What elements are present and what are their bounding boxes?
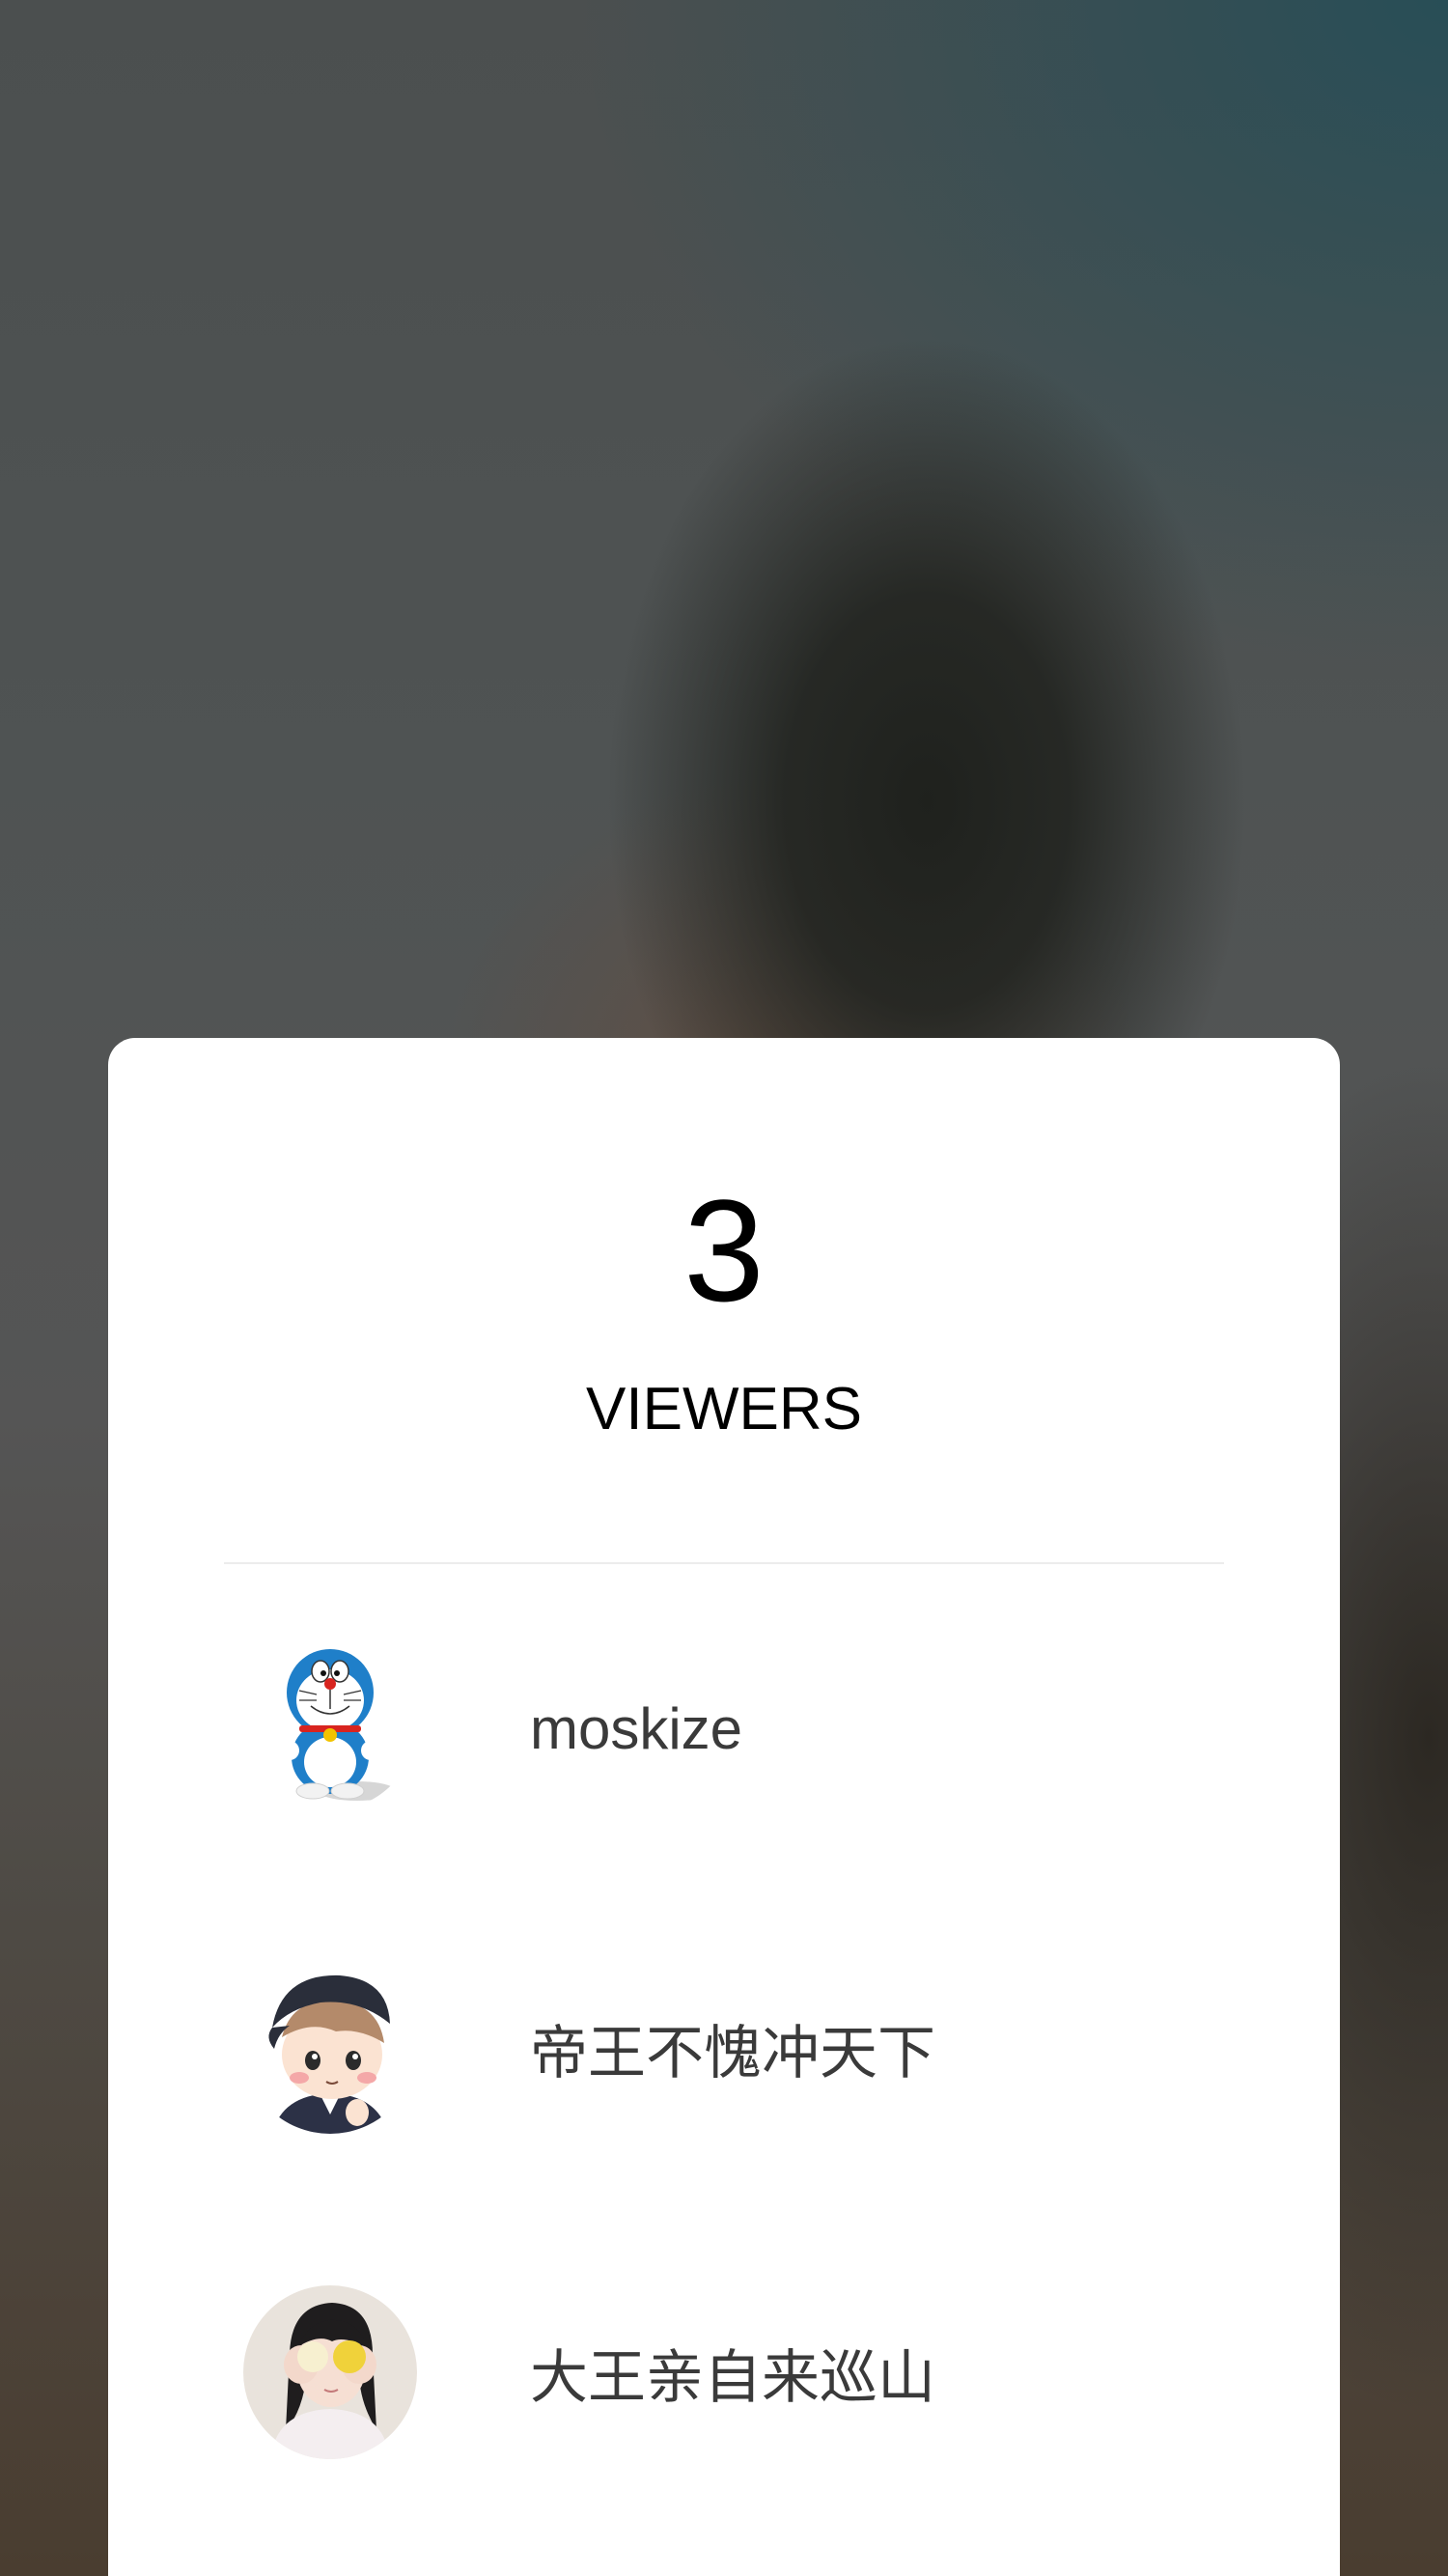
viewers-label: VIEWERS [586,1376,862,1442]
viewer-count: 3 [683,1169,765,1331]
story-background: 3 VIEWERS moskize 帝王不愧冲天下 大王亲自来巡山 [0,0,1448,2576]
viewer-row[interactable]: 帝王不愧冲天下 [108,1889,1340,2213]
viewer-row[interactable]: 大王亲自来巡山 [108,2213,1340,2537]
viewers-sheet: 3 VIEWERS moskize 帝王不愧冲天下 大王亲自来巡山 [108,1038,1340,2576]
viewer-name[interactable]: 帝王不愧冲天下 [530,2020,935,2087]
viewer-name[interactable]: 大王亲自来巡山 [530,2344,935,2412]
viewer-name[interactable]: moskize [530,1695,742,1763]
girl-lemon-photo-avatar[interactable] [243,2285,417,2459]
doraemon-avatar[interactable] [243,1637,417,1810]
viewer-row[interactable]: moskize [108,1564,1340,1889]
viewer-list: moskize 帝王不愧冲天下 大王亲自来巡山 [108,1564,1340,2537]
cartoon-boy-cap-avatar[interactable] [243,1960,417,2134]
